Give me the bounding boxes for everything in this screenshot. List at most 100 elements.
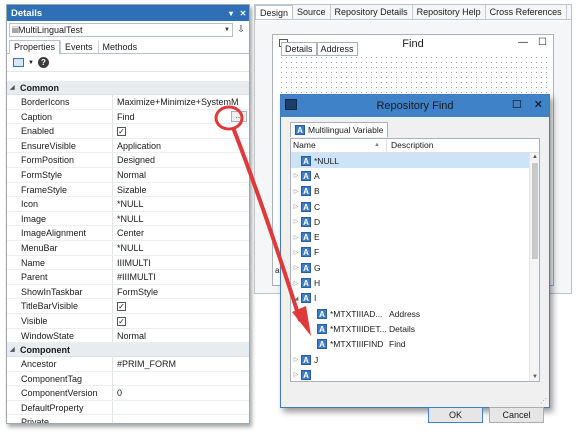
expand-icon[interactable]: ▷	[291, 172, 301, 179]
property-row[interactable]: ComponentTag	[7, 371, 249, 387]
tab-design[interactable]: Design	[255, 5, 294, 19]
tree-item[interactable]: ▷ A D	[291, 214, 539, 229]
scroll-down-icon[interactable]: ▼	[530, 374, 539, 380]
property-value[interactable]: ✓	[113, 299, 249, 313]
expand-icon[interactable]: ▷	[291, 218, 301, 225]
expand-icon[interactable]: ▷	[291, 356, 301, 363]
expand-icon[interactable]: ▷	[291, 264, 301, 271]
property-value[interactable]: ✓	[113, 314, 249, 328]
property-row[interactable]: BorderIcons Maximize+Minimize+SystemM	[7, 95, 249, 110]
property-value[interactable]: Application	[113, 139, 249, 153]
expand-icon[interactable]: ▷	[291, 371, 301, 378]
tab-events[interactable]: Events	[60, 40, 98, 53]
expand-icon[interactable]: ▷	[291, 234, 301, 241]
tab-methods[interactable]: Methods	[97, 40, 143, 53]
expand-icon[interactable]: ▷	[291, 203, 301, 210]
property-row[interactable]: MenuBar *NULL	[7, 240, 249, 256]
property-row[interactable]: EnsureVisible Application	[7, 138, 249, 154]
property-value[interactable]: #PRIM_FORM	[113, 357, 249, 371]
collapse-icon[interactable]: ◢	[10, 84, 20, 91]
tree-item[interactable]: ▷ A C	[291, 199, 539, 214]
property-row[interactable]: ComponentVersion 0	[7, 386, 249, 401]
property-row[interactable]: Image *NULL	[7, 211, 249, 227]
tree-item[interactable]: A *NULL	[291, 153, 539, 169]
property-row[interactable]: Visible ✓	[7, 313, 249, 329]
maximize-icon[interactable]: ☐	[512, 98, 522, 111]
expand-icon[interactable]: ◢	[291, 295, 301, 302]
checkbox[interactable]: ✓	[117, 316, 126, 326]
property-value[interactable]: Designed	[113, 153, 249, 167]
tree-item[interactable]: A *MTXTIIIFIND Find	[291, 337, 539, 352]
tree-item[interactable]: ▷ A E	[291, 229, 539, 244]
property-value[interactable]	[113, 372, 249, 386]
tab-repository-help[interactable]: Repository Help	[413, 5, 486, 19]
property-view-icon[interactable]	[13, 58, 24, 67]
property-row[interactable]: Parent #IIIMULTI	[7, 270, 249, 285]
resize-grip-icon[interactable]: ⋰	[540, 397, 547, 405]
scroll-thumb[interactable]	[532, 163, 538, 259]
tree-item[interactable]: A *MTXTIIIAD... Address	[291, 306, 539, 321]
category-header[interactable]: ◢ Component	[7, 343, 249, 358]
collapse-icon[interactable]: ◢	[10, 346, 20, 353]
expand-icon[interactable]: ▷	[291, 280, 301, 287]
chevron-down-icon[interactable]: ▼	[28, 60, 34, 66]
property-row[interactable]: ShowInTaskbar FormStyle	[7, 284, 249, 300]
property-row[interactable]: Name IIIMULTI	[7, 255, 249, 271]
property-row[interactable]: Caption Find...	[7, 109, 249, 125]
column-name[interactable]: Name ▲	[291, 139, 387, 152]
property-value[interactable]: Sizable	[113, 183, 249, 197]
dropdown-icon[interactable]: ▾	[225, 9, 237, 18]
property-row[interactable]: FormStyle Normal	[7, 167, 249, 183]
tab-details[interactable]: Details	[281, 42, 317, 56]
vertical-scrollbar[interactable]: ▲ ▼	[529, 153, 539, 381]
object-selector[interactable]: iiiMultiLingualTest ▼	[9, 23, 233, 37]
property-value[interactable]: FormStyle	[113, 285, 249, 299]
property-value[interactable]: Normal	[113, 329, 249, 343]
select-object-icon[interactable]: ⇩	[235, 24, 247, 37]
minimize-icon[interactable]: —	[518, 37, 528, 48]
tree-item[interactable]: A *MTXTIIIDET... Details	[291, 321, 539, 336]
close-icon[interactable]: ✕	[237, 9, 249, 18]
close-icon[interactable]: ✕	[534, 98, 543, 111]
column-description[interactable]: Description	[387, 139, 434, 152]
tab-source[interactable]: Source	[293, 5, 331, 19]
property-row[interactable]: FormPosition Designed	[7, 153, 249, 168]
property-value[interactable]: 0	[113, 386, 249, 400]
tree-item[interactable]: ▷ A	[291, 367, 539, 381]
property-row[interactable]: Private	[7, 415, 249, 423]
expand-icon[interactable]: ▷	[291, 249, 301, 256]
cancel-button[interactable]: Cancel	[489, 407, 544, 423]
tree-item[interactable]: ▷ A H	[291, 275, 539, 290]
property-value[interactable]: *NULL	[113, 197, 249, 211]
property-row[interactable]: Icon *NULL	[7, 197, 249, 212]
checkbox[interactable]: ✓	[117, 302, 126, 312]
property-value[interactable]: Maximize+Minimize+SystemM	[113, 95, 249, 109]
property-value[interactable]: #IIIMULTI	[113, 270, 249, 284]
tab-multilingual-variable[interactable]: A Multilingual Variable	[290, 122, 389, 137]
ellipsis-button[interactable]: ...	[231, 110, 247, 122]
property-value[interactable]	[113, 415, 249, 423]
property-row[interactable]: ImageAlignment Center	[7, 226, 249, 241]
tree-item[interactable]: ▷ A F	[291, 245, 539, 260]
category-header[interactable]: ◢ Common	[7, 81, 249, 95]
maximize-icon[interactable]: ☐	[538, 37, 547, 48]
property-value[interactable]: ✓	[113, 124, 249, 138]
ok-button[interactable]: OK	[428, 407, 483, 423]
property-row[interactable]: TitleBarVisible ✓	[7, 299, 249, 314]
property-value[interactable]: *NULL	[113, 241, 249, 255]
property-value[interactable]: Center	[113, 226, 249, 240]
expand-icon[interactable]: ▷	[291, 188, 301, 195]
tab-cross-references[interactable]: Cross References	[486, 5, 567, 19]
help-icon[interactable]: ?	[37, 57, 49, 68]
property-row[interactable]: Enabled ✓	[7, 124, 249, 139]
property-row[interactable]: WindowState Normal	[7, 328, 249, 344]
checkbox[interactable]: ✓	[117, 127, 126, 137]
tree-item[interactable]: ▷ A A	[291, 168, 539, 183]
tab-repository-details[interactable]: Repository Details	[331, 5, 413, 19]
property-value[interactable]: Find...	[113, 110, 249, 124]
property-value[interactable]: Normal	[113, 168, 249, 182]
scroll-up-icon[interactable]: ▲	[530, 154, 539, 160]
tree-item[interactable]: ▷ A G	[291, 260, 539, 275]
tree-item[interactable]: ◢ A I	[291, 291, 539, 306]
property-row[interactable]: Ancestor #PRIM_FORM	[7, 357, 249, 372]
